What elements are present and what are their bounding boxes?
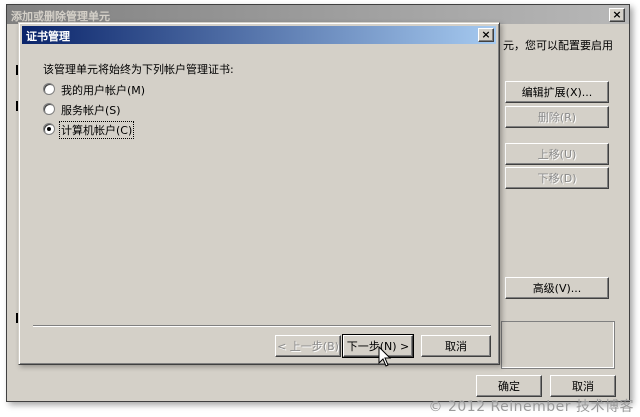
radio-my-user-account[interactable] [43,83,55,95]
snapin-close-button[interactable]: × [609,8,625,22]
close-icon: × [612,8,622,21]
mouse-cursor-icon [378,346,392,367]
back-button[interactable]: < 上一步(B) [275,335,341,357]
radio-computer-account[interactable] [43,123,55,135]
account-prompt: 该管理单元将始终为下列帐户管理证书: [43,63,234,76]
radio-label-computer-account[interactable]: 计算机帐户(C) [59,121,135,139]
radio-service-account[interactable] [43,103,55,115]
watermark: © 2012 Reinember 技术博客 [428,399,634,415]
close-icon: × [481,28,491,41]
move-up-button[interactable]: 上移(U) [505,143,609,165]
dialog-close-button[interactable]: × [478,28,494,42]
dialog-title: 证书管理 [26,30,70,43]
remove-button[interactable]: 删除(R) [505,106,609,128]
ok-button[interactable]: 确定 [476,375,542,397]
advanced-button[interactable]: 高级(V)... [505,277,609,299]
dialog-cancel-button[interactable]: 取消 [421,335,491,357]
certificates-titlebar: 证书管理 × [22,26,496,44]
radio-selected-dot [47,127,51,131]
certificates-dialog: 证书管理 × 该管理单元将始终为下列帐户管理证书: 我的用户帐户(M) 服务帐户… [18,22,500,365]
edit-extensions-button[interactable]: 编辑扩展(X)... [505,81,609,103]
move-down-button[interactable]: 下移(D) [505,167,609,189]
radio-label-service-account[interactable]: 服务帐户(S) [61,102,121,118]
radio-label-my-user-account[interactable]: 我的用户帐户(M) [61,82,145,98]
snapin-cancel-button[interactable]: 取消 [550,375,616,397]
snapin-description: 元，您可以配置要启用 [503,39,613,52]
description-box [501,321,615,369]
dialog-separator [33,325,491,327]
